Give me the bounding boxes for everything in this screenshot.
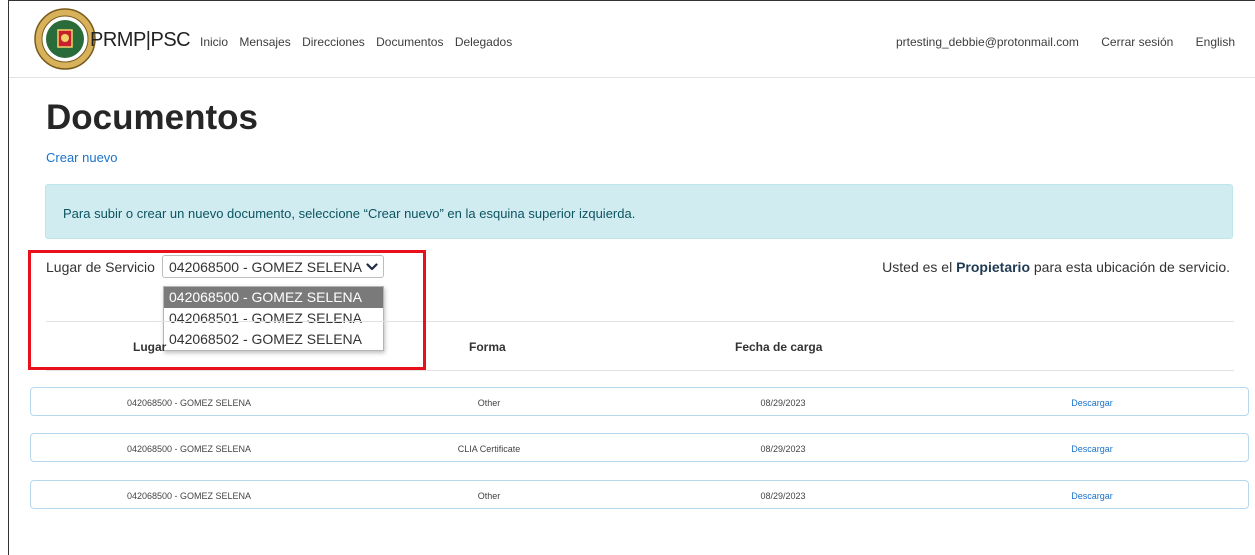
cell-lugar: 042068500 - GOMEZ SELENA: [126, 491, 252, 501]
download-link[interactable]: Descargar: [1071, 491, 1113, 501]
download-link[interactable]: Descargar: [1071, 444, 1113, 454]
role-suffix: para esta ubicación de servicio.: [1033, 259, 1230, 275]
role-name: Propietario: [956, 259, 1030, 275]
cell-forma: Other: [477, 491, 501, 501]
puerto-rico-seal-logo[interactable]: [34, 8, 96, 70]
service-location-label: Lugar de Servicio: [46, 259, 155, 275]
info-alert: Para subir o crear un nuevo documento, s…: [45, 184, 1233, 239]
header-forma: Forma: [469, 340, 506, 354]
brand-name[interactable]: PRMP|PSC: [90, 29, 191, 52]
chevron-down-icon: [366, 263, 378, 271]
table-row: 042068500 - GOMEZ SELENA CLIA Certificat…: [30, 433, 1249, 462]
table-row: 042068500 - GOMEZ SELENA Other 08/29/202…: [30, 387, 1249, 416]
page-title: Documentos: [46, 98, 258, 137]
header-fecha: Fecha de carga: [735, 340, 823, 354]
nav-inicio[interactable]: Inicio: [200, 35, 228, 49]
cell-fecha: 08/29/2023: [760, 491, 806, 501]
role-note: Usted es el Propietario para esta ubicac…: [882, 259, 1230, 275]
cell-lugar: 042068500 - GOMEZ SELENA: [126, 444, 252, 454]
role-prefix: Usted es el: [882, 259, 953, 275]
nav-direcciones[interactable]: Direcciones: [302, 35, 365, 49]
cell-lugar: 042068500 - GOMEZ SELENA: [126, 398, 252, 408]
service-option[interactable]: 042068500 - GOMEZ SELENA: [164, 287, 383, 308]
user-email-link[interactable]: prtesting_debbie@protonmail.com: [896, 35, 1079, 49]
cell-forma: CLIA Certificate: [457, 444, 521, 454]
cell-fecha: 08/29/2023: [760, 444, 806, 454]
cell-fecha: 08/29/2023: [760, 398, 806, 408]
logout-link[interactable]: Cerrar sesión: [1101, 35, 1173, 49]
language-toggle[interactable]: English: [1196, 35, 1235, 49]
service-location-selected: 042068500 - GOMEZ SELENA: [169, 259, 362, 275]
service-location-dropdown: 042068500 - GOMEZ SELENA 042068501 - GOM…: [163, 286, 384, 351]
create-new-link[interactable]: Crear nuevo: [46, 150, 118, 165]
download-link[interactable]: Descargar: [1071, 398, 1113, 408]
header-lugar: Lugar: [133, 340, 167, 354]
service-option[interactable]: 042068501 - GOMEZ SELENA: [164, 308, 383, 329]
nav-documentos[interactable]: Documentos: [376, 35, 443, 49]
nav-mensajes[interactable]: Mensajes: [239, 35, 290, 49]
cell-forma: Other: [477, 398, 501, 408]
info-alert-text: Para subir o crear un nuevo documento, s…: [63, 206, 636, 221]
user-nav: prtesting_debbie@protonmail.com Cerrar s…: [877, 35, 1235, 49]
service-option[interactable]: 042068502 - GOMEZ SELENA: [164, 329, 383, 350]
table-divider: [46, 370, 1234, 371]
main-nav: Inicio Mensajes Direcciones Documentos D…: [200, 35, 520, 49]
service-location-select[interactable]: 042068500 - GOMEZ SELENA: [162, 255, 384, 278]
nav-delegados[interactable]: Delegados: [455, 35, 512, 49]
table-row: 042068500 - GOMEZ SELENA Other 08/29/202…: [30, 480, 1249, 509]
table-divider: [46, 321, 1234, 322]
